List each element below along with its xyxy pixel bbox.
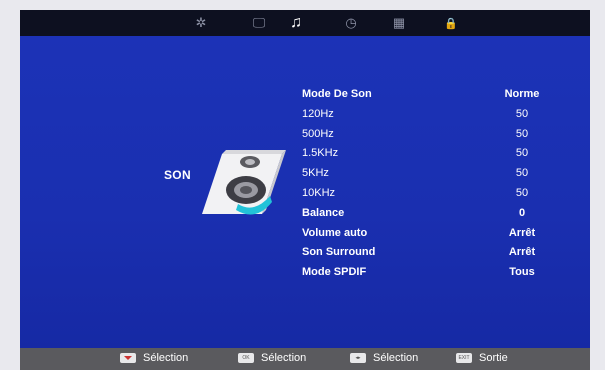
row-value: 50 bbox=[515, 127, 529, 140]
hint-label: Sélection bbox=[373, 352, 419, 364]
menu-row-1-5khz[interactable]: 1.5KHz 50 bbox=[302, 144, 562, 164]
footer-hint-bar: Sélection OK Sélection ◂▸ Sélection EXIT… bbox=[20, 348, 590, 370]
monitor-icon: 🖵 bbox=[252, 15, 266, 30]
menu-row-500hz[interactable]: 500Hz 50 bbox=[302, 125, 562, 145]
grid-icon: ▦ bbox=[392, 15, 406, 30]
speaker-icon bbox=[202, 150, 286, 215]
hint-label: Sélection bbox=[261, 352, 307, 364]
row-value: Arrêt bbox=[508, 226, 536, 239]
row-value: Tous bbox=[509, 266, 535, 279]
row-value: 0 bbox=[518, 206, 526, 219]
menu-row-auto-volume[interactable]: Volume auto Arrêt bbox=[302, 224, 562, 244]
menu-row-5khz[interactable]: 5KHz 50 bbox=[302, 164, 562, 184]
hint-select-2[interactable]: OK Sélection bbox=[238, 352, 306, 364]
hint-label: Sortie bbox=[479, 352, 508, 364]
exit-key-icon: EXIT bbox=[456, 353, 472, 363]
menu-row-sound-mode[interactable]: Mode De Son Norme bbox=[302, 85, 562, 105]
menu-tab-bar: ✲ 🖵 ♫ ◷ ▦ 🔒 bbox=[20, 10, 590, 36]
row-value: 50 bbox=[515, 107, 529, 120]
row-value: 50 bbox=[515, 167, 529, 180]
tab-sound[interactable]: ♫ bbox=[285, 13, 307, 33]
hint-select-1[interactable]: Sélection bbox=[120, 352, 188, 364]
menu-row-10khz[interactable]: 10KHz 50 bbox=[302, 184, 562, 204]
row-value: 50 bbox=[515, 186, 529, 199]
row-label: Volume auto bbox=[302, 226, 368, 239]
tab-options[interactable]: ▦ bbox=[388, 13, 410, 33]
clock-icon: ◷ bbox=[345, 15, 357, 30]
row-label: 120Hz bbox=[302, 107, 334, 120]
gear-icon: ✲ bbox=[195, 15, 207, 30]
select-key-icon bbox=[120, 353, 136, 363]
menu-row-spdif-mode[interactable]: Mode SPDIF Tous bbox=[302, 263, 562, 283]
sound-settings-list: Mode De Son Norme 120Hz 50 500Hz 50 1.5K… bbox=[302, 85, 562, 283]
arrows-key-icon: ◂▸ bbox=[350, 353, 366, 363]
row-label: 10KHz bbox=[302, 186, 336, 199]
ok-key-icon: OK bbox=[238, 353, 254, 363]
tab-time[interactable]: ◷ bbox=[340, 13, 362, 33]
menu-row-balance[interactable]: Balance 0 bbox=[302, 204, 562, 224]
row-label: Balance bbox=[302, 206, 345, 219]
section-title: SON bbox=[164, 168, 191, 182]
tv-menu-screen: ✲ 🖵 ♫ ◷ ▦ 🔒 SON Mode De Son Norme 120Hz … bbox=[20, 10, 590, 350]
tab-lock[interactable]: 🔒 bbox=[440, 13, 462, 33]
row-label: 1.5KHz bbox=[302, 147, 339, 160]
row-label: Mode De Son bbox=[302, 88, 372, 100]
row-value: Arrêt bbox=[508, 246, 536, 259]
lock-icon: 🔒 bbox=[444, 17, 458, 30]
menu-row-120hz[interactable]: 120Hz 50 bbox=[302, 105, 562, 125]
row-value: Norme bbox=[504, 88, 540, 100]
row-value: 50 bbox=[515, 147, 529, 160]
menu-row-surround[interactable]: Son Surround Arrêt bbox=[302, 243, 562, 263]
row-label: Son Surround bbox=[302, 246, 376, 259]
tab-settings[interactable]: ✲ bbox=[190, 13, 212, 33]
row-label: 500Hz bbox=[302, 127, 334, 140]
hint-exit[interactable]: EXIT Sortie bbox=[456, 352, 508, 364]
tab-picture[interactable]: 🖵 bbox=[248, 13, 270, 33]
row-label: Mode SPDIF bbox=[302, 266, 367, 279]
hint-select-3[interactable]: ◂▸ Sélection bbox=[350, 352, 418, 364]
hint-label: Sélection bbox=[143, 352, 189, 364]
music-note-icon: ♫ bbox=[290, 14, 302, 31]
row-label: 5KHz bbox=[302, 167, 329, 180]
